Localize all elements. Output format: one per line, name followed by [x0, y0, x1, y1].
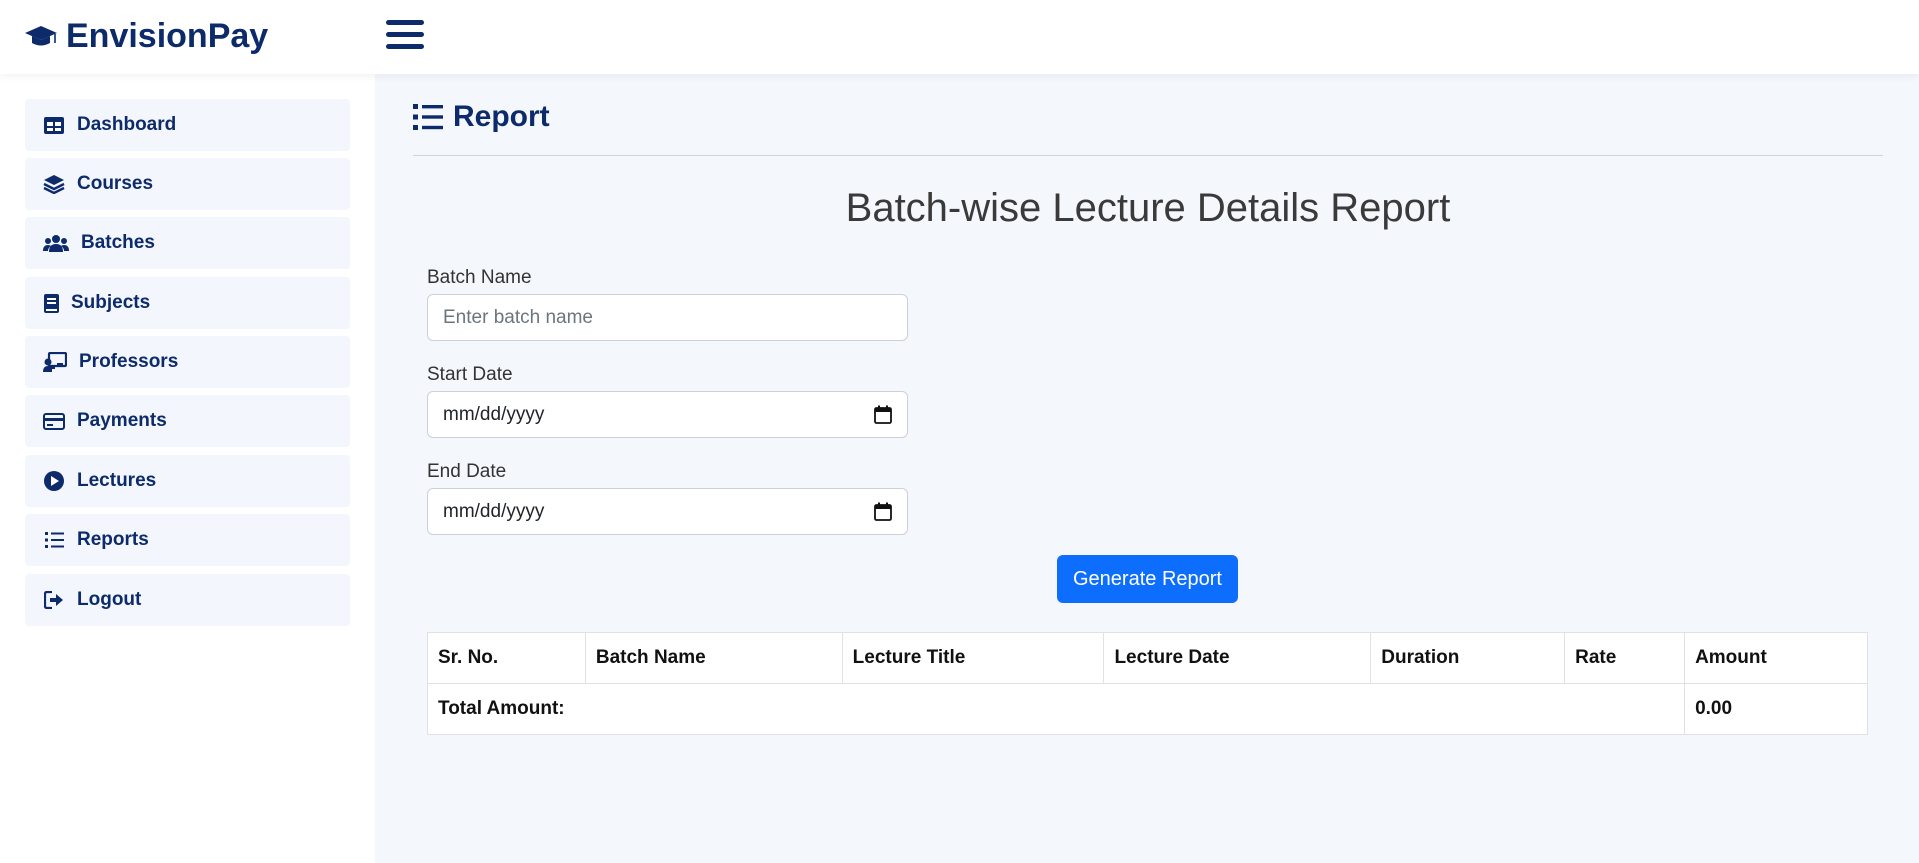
column-header[interactable]: Batch Name	[584, 632, 843, 684]
start-date-value: mm/dd/yyyy	[443, 403, 545, 425]
column-header[interactable]: Rate	[1564, 632, 1686, 684]
sidebar-item-label: Payments	[77, 410, 167, 431]
start-date-input[interactable]: mm/dd/yyyy	[427, 391, 908, 438]
column-header[interactable]: Lecture Title	[841, 632, 1105, 684]
page-title: Report	[453, 100, 550, 133]
hamburger-bar	[386, 32, 424, 37]
sidebar-item-batches[interactable]: Batches	[25, 217, 350, 269]
sidebar-item-courses[interactable]: Courses	[25, 158, 350, 210]
end-date-label: End Date	[427, 461, 507, 482]
hamburger-bar	[386, 20, 424, 25]
column-header[interactable]: Duration	[1370, 632, 1566, 684]
start-date-label: Start Date	[427, 364, 513, 385]
hamburger-bar	[386, 44, 424, 49]
batch-name-input[interactable]	[427, 294, 908, 341]
sidebar-item-label: Lectures	[77, 470, 157, 491]
batch-name-label: Batch Name	[427, 267, 532, 288]
sidebar-item-label: Courses	[77, 173, 154, 194]
top-bar: EnvisionPay	[0, 0, 1919, 74]
sidebar-item-label: Logout	[77, 589, 142, 610]
report-table: Sr. No. Batch Name Lecture Title Lecture…	[426, 632, 1868, 735]
sidebar-item-label: Reports	[77, 529, 149, 550]
graduation-cap-icon	[25, 26, 57, 46]
table-header-row: Sr. No. Batch Name Lecture Title Lecture…	[427, 632, 1868, 684]
brand[interactable]: EnvisionPay	[24, 16, 268, 56]
sidebar-item-reports[interactable]: Reports	[25, 514, 350, 566]
sidebar-item-label: Professors	[79, 351, 179, 372]
users-icon	[43, 233, 69, 253]
list-icon	[413, 104, 443, 130]
main-content: Report Batch-wise Lecture Details Report…	[375, 74, 1919, 863]
generate-report-button[interactable]: Generate Report	[1057, 555, 1238, 603]
sidebar-item-label: Batches	[81, 232, 155, 253]
chalkboard-teacher-icon	[43, 352, 67, 372]
credit-card-icon	[43, 411, 65, 431]
book-icon	[43, 293, 59, 313]
brand-name: EnvisionPay	[66, 16, 269, 55]
sidebar-item-logout[interactable]: Logout	[25, 574, 350, 626]
sidebar-item-payments[interactable]: Payments	[25, 395, 350, 447]
table-icon	[43, 115, 65, 135]
menu-toggle-button[interactable]	[386, 20, 424, 54]
list-icon	[43, 530, 65, 550]
layers-icon	[43, 174, 65, 194]
play-circle-icon	[43, 471, 65, 491]
sign-out-icon	[43, 590, 65, 610]
column-header[interactable]: Amount	[1684, 632, 1868, 684]
total-label: Total Amount:	[426, 683, 1686, 735]
total-row: Total Amount: 0.00	[426, 683, 1868, 735]
sidebar: Dashboard Courses Batches Subjects Profe…	[0, 74, 375, 863]
calendar-icon[interactable]	[874, 405, 892, 424]
column-header[interactable]: Sr. No.	[427, 632, 586, 684]
sidebar-item-professors[interactable]: Professors	[25, 336, 350, 388]
page-header: Report	[413, 100, 550, 134]
report-title: Batch-wise Lecture Details Report	[845, 186, 1451, 230]
sidebar-item-subjects[interactable]: Subjects	[25, 277, 350, 329]
end-date-input[interactable]: mm/dd/yyyy	[427, 488, 908, 535]
sidebar-item-dashboard[interactable]: Dashboard	[25, 99, 350, 151]
calendar-icon[interactable]	[874, 502, 892, 521]
header-divider	[413, 155, 1883, 156]
sidebar-item-lectures[interactable]: Lectures	[25, 455, 350, 507]
total-value: 0.00	[1684, 683, 1868, 735]
sidebar-item-label: Subjects	[71, 292, 151, 313]
sidebar-item-label: Dashboard	[77, 114, 177, 135]
column-header[interactable]: Lecture Date	[1103, 632, 1372, 684]
end-date-value: mm/dd/yyyy	[443, 500, 545, 522]
